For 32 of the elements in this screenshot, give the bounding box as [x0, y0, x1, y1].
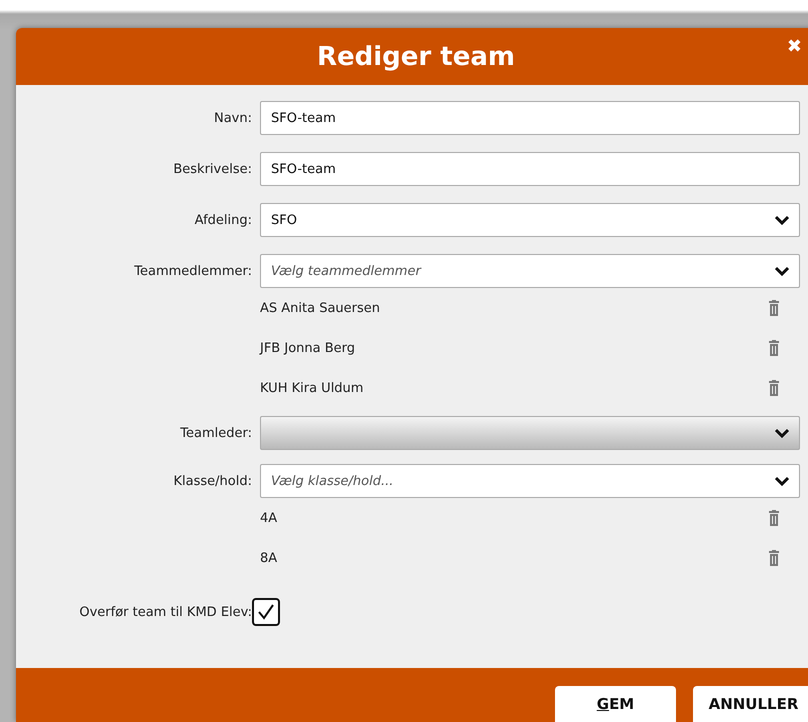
- dropdown-field[interactable]: SFO: [260, 203, 800, 237]
- trash-icon[interactable]: [768, 300, 780, 316]
- list-item: JFB Jonna Berg: [260, 340, 356, 356]
- trash-icon[interactable]: [768, 510, 780, 526]
- field-label: Afdeling:: [194, 212, 252, 228]
- dropdown-field[interactable]: Vælg klasse/hold...: [260, 464, 800, 498]
- dropdown-field[interactable]: Vælg teammedlemmer: [260, 254, 800, 288]
- dialog-button[interactable]: GEM: [555, 686, 676, 722]
- caret-icon: [775, 215, 789, 225]
- trash-icon[interactable]: [768, 380, 780, 396]
- field-label: Klasse/hold:: [172, 474, 252, 488]
- list-item: KUH Kira Uldum: [260, 380, 364, 396]
- dialog-button[interactable]: ANNULLER: [693, 686, 808, 722]
- field-label: Navn:: [212, 110, 252, 126]
- text-field[interactable]: SFO-team: [260, 101, 800, 135]
- list-item: AS Anita Sauersen: [260, 300, 380, 316]
- field-label: Overfør team til KMD Elev:: [78, 604, 252, 620]
- trash-icon[interactable]: [768, 550, 780, 566]
- field-label: Beskrivelse:: [172, 162, 252, 176]
- caret-icon: [775, 428, 789, 438]
- caret-icon: [775, 476, 789, 486]
- dialog-title: Rediger team: [317, 42, 515, 72]
- checkmark-icon: [256, 602, 276, 622]
- trash-icon[interactable]: [768, 340, 780, 356]
- list-item: 4A: [260, 510, 278, 526]
- field-label: Teammedlemmer:: [133, 264, 252, 278]
- field-label: Teamleder:: [179, 426, 252, 440]
- close-button[interactable]: ✖: [786, 36, 802, 57]
- checkbox[interactable]: [252, 598, 280, 626]
- caret-icon: [775, 266, 789, 276]
- list-item: 8A: [260, 550, 278, 566]
- text-field[interactable]: SFO-team: [260, 152, 800, 186]
